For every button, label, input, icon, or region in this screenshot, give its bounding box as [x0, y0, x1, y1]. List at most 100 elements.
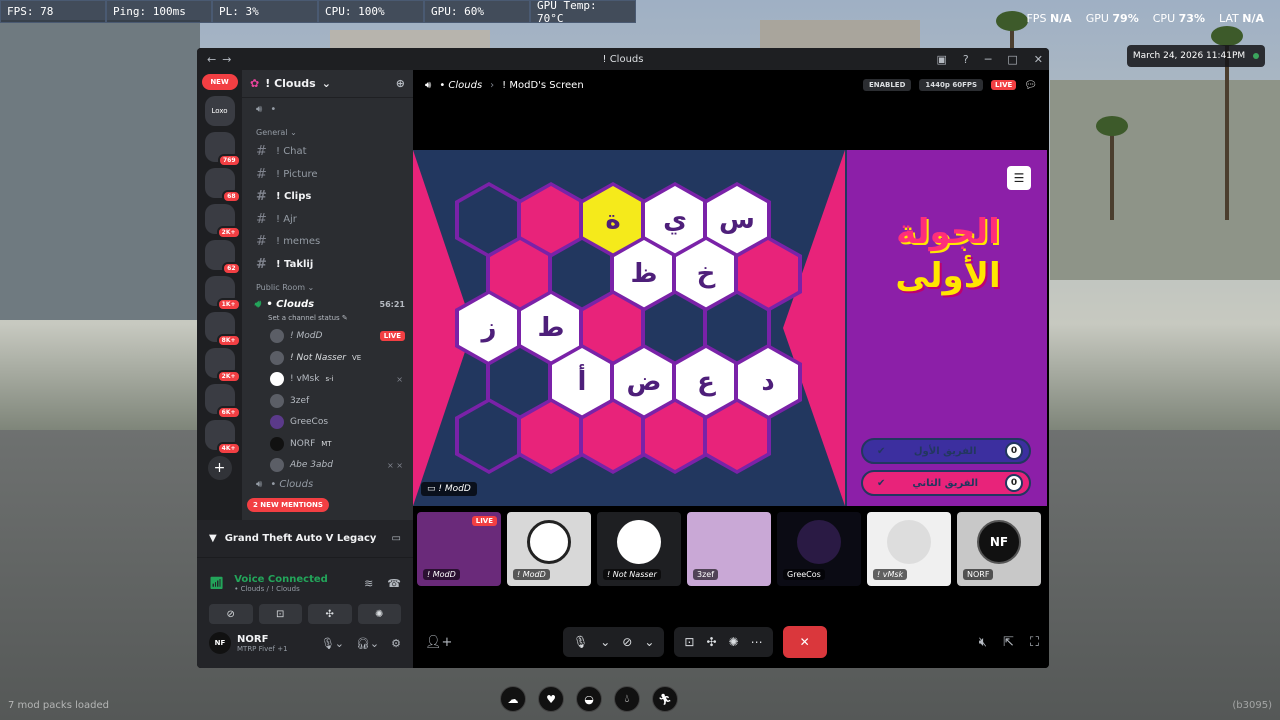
server-icon[interactable]: 6K+ — [204, 384, 241, 419]
noise-suppression-icon[interactable]: ≋ — [364, 577, 373, 590]
participant-tile[interactable]: 3zef — [687, 512, 771, 586]
microphone-icon[interactable]: 🎙︎⌄ — [321, 637, 344, 650]
minimize-button[interactable]: ─ — [985, 53, 992, 66]
category-public-room[interactable]: Public Room ⌄ — [242, 280, 413, 296]
popout-icon[interactable]: ⇱ — [1003, 635, 1014, 650]
participant-tile[interactable]: ! ModD — [507, 512, 591, 586]
my-username[interactable]: NORF — [237, 634, 288, 645]
speaker-icon: 🔊︎ — [256, 478, 263, 490]
enabled-badge[interactable]: ENABLED — [862, 79, 912, 91]
menu-icon[interactable]: ☰ — [1007, 166, 1031, 190]
new-mentions-pill[interactable]: 2 NEW MENTIONS — [247, 498, 329, 512]
headphones-icon[interactable]: 🎧︎⌄ — [356, 637, 379, 650]
hotbar-slot[interactable]: ☁ — [500, 686, 526, 712]
microphone-icon[interactable]: 🎙︎ — [573, 635, 588, 649]
live-badge: LIVE — [379, 331, 405, 342]
check-icon: ✔ — [877, 477, 886, 489]
voice-stage: 🔊︎ • Clouds › ! ModD's Screen ENABLED 14… — [413, 70, 1049, 668]
channel-status[interactable]: Set a channel status ✎ — [242, 314, 413, 326]
avatar[interactable]: NF — [209, 632, 231, 654]
stage-header: 🔊︎ • Clouds › ! ModD's Screen ENABLED 14… — [425, 79, 1037, 91]
new-badge[interactable]: NEW — [201, 74, 238, 90]
food-icon[interactable]: ◒ — [576, 686, 602, 712]
channel-picture[interactable]: #! Picture — [242, 163, 413, 186]
voice-user[interactable]: GreeCos — [242, 412, 413, 434]
maximize-button[interactable]: □ — [1007, 53, 1017, 66]
unread-badge: 2K+ — [216, 370, 241, 383]
channel-ajr[interactable]: #! Ajr — [242, 208, 413, 231]
chevron-down-icon[interactable]: ⌄ — [600, 635, 610, 649]
category-general[interactable]: General ⌄ — [242, 125, 413, 141]
server-icon[interactable]: 2K+ — [204, 348, 241, 383]
voice-user[interactable]: 3zef — [242, 390, 413, 412]
invite-icon[interactable]: 👤︎+ — [425, 635, 452, 650]
voice-user[interactable]: NORF MT — [242, 433, 413, 455]
guild-header[interactable]: ✿ ! Clouds ⌄ ⊕ — [242, 70, 413, 98]
voice-user[interactable]: ! Not Nasser VE — [242, 347, 413, 369]
participant-tile[interactable]: NF NORF — [957, 512, 1041, 586]
unread-badge: 2K+ — [216, 226, 241, 239]
voice-user[interactable]: ! ModD LIVE — [242, 326, 413, 348]
server-icon[interactable]: 2K+ — [204, 204, 241, 239]
add-server-button[interactable]: + — [207, 456, 232, 480]
game-icon: ▼ — [209, 533, 217, 544]
voice-channel-clouds[interactable]: 🔊︎ • Clouds 56:21 — [242, 296, 413, 314]
server-icon[interactable]: Loxo — [204, 96, 235, 126]
activities-icon[interactable]: ✣ — [706, 635, 716, 649]
window-title: ! Clouds — [602, 53, 644, 65]
stamina-icon[interactable]: 🏃︎ — [652, 686, 678, 712]
participant-tile[interactable]: ! vMsk — [867, 512, 951, 586]
participant-tile[interactable]: ! Not Nasser — [597, 512, 681, 586]
quality-badge[interactable]: 1440p 60FPS — [919, 79, 984, 91]
channel-taklij[interactable]: #! Taklij — [242, 253, 413, 276]
live-badge: LIVE — [471, 516, 497, 526]
disconnect-icon[interactable]: ☎ — [387, 577, 401, 590]
gear-icon[interactable]: ⚙ — [391, 637, 401, 650]
server-icon[interactable]: 1K+ — [204, 276, 241, 311]
voice-user[interactable]: ! vMsk s-i ⨯ — [242, 369, 413, 391]
voice-status[interactable]: Voice Connected — [234, 574, 328, 585]
server-icon[interactable]: 62 — [204, 240, 241, 275]
ping-readout: Ping: 100ms — [106, 0, 212, 23]
soundboard-button[interactable]: ✺ — [357, 604, 401, 624]
inbox-icon[interactable]: ▣ — [937, 53, 947, 66]
server-icon[interactable]: 68 — [204, 168, 241, 203]
voice-user[interactable]: Abe 3abd ⨯ ⨯ — [242, 455, 413, 477]
voice-channel-path[interactable]: • Clouds / ! Clouds — [234, 585, 328, 593]
server-icon[interactable]: 4K+ — [204, 420, 241, 455]
participant-tile[interactable]: GreeCos — [777, 512, 861, 586]
volume-mute-icon[interactable]: 🔇︎ — [979, 635, 987, 650]
help-icon[interactable]: ? — [963, 53, 969, 66]
add-member-icon[interactable]: ⊕ — [396, 77, 405, 90]
server-icon[interactable]: 8K+ — [204, 312, 241, 347]
stage-channel[interactable]: • Clouds — [439, 80, 482, 91]
hash-icon: # — [256, 166, 267, 182]
channel-memes[interactable]: #! memes — [242, 231, 413, 254]
end-call-button[interactable]: ✕ — [782, 626, 827, 658]
fps-readout: FPS: 78 — [0, 0, 106, 23]
server-icon[interactable]: 769 — [204, 132, 241, 167]
hud-lat: LAT N/A — [1218, 12, 1264, 25]
voice-channel-top[interactable]: 🔊︎ • — [242, 98, 413, 121]
camera-off-button[interactable]: ⊘ — [209, 604, 253, 624]
participant-tile[interactable]: LIVE! ModD — [417, 512, 501, 586]
fullscreen-icon[interactable]: ⛶ — [1030, 635, 1039, 650]
shared-screen[interactable]: ةيسظخزطأضعد ☰ الجولة الأولى ✔ الفريق الأ… — [413, 150, 1047, 506]
channel-chat[interactable]: #! Chat — [242, 141, 413, 164]
activities-button[interactable]: ✣ — [308, 604, 352, 624]
soundboard-icon[interactable]: ✺ — [729, 635, 739, 649]
more-icon[interactable]: ⋯ — [751, 635, 763, 649]
chat-bubble-icon[interactable]: 💬︎ — [1024, 80, 1037, 91]
close-button[interactable]: ✕ — [1034, 53, 1043, 66]
camera-off-icon[interactable]: ⊘ — [622, 635, 632, 649]
stream-game-icon[interactable]: ▭ — [392, 533, 401, 544]
avatar — [270, 458, 284, 473]
voice-channel-next[interactable]: 🔊︎ • Clouds — [242, 476, 413, 492]
water-icon[interactable]: 💧︎ — [614, 686, 640, 712]
share-screen-icon[interactable]: ⊡ — [684, 635, 694, 649]
share-screen-button[interactable]: ⊡ — [258, 604, 302, 624]
chevron-down-icon[interactable]: ⌄ — [644, 635, 654, 649]
chevron-down-icon: ⌄ — [321, 77, 331, 90]
channel-clips[interactable]: #! Clips — [242, 186, 413, 209]
heart-icon[interactable]: ♥ — [538, 686, 564, 712]
